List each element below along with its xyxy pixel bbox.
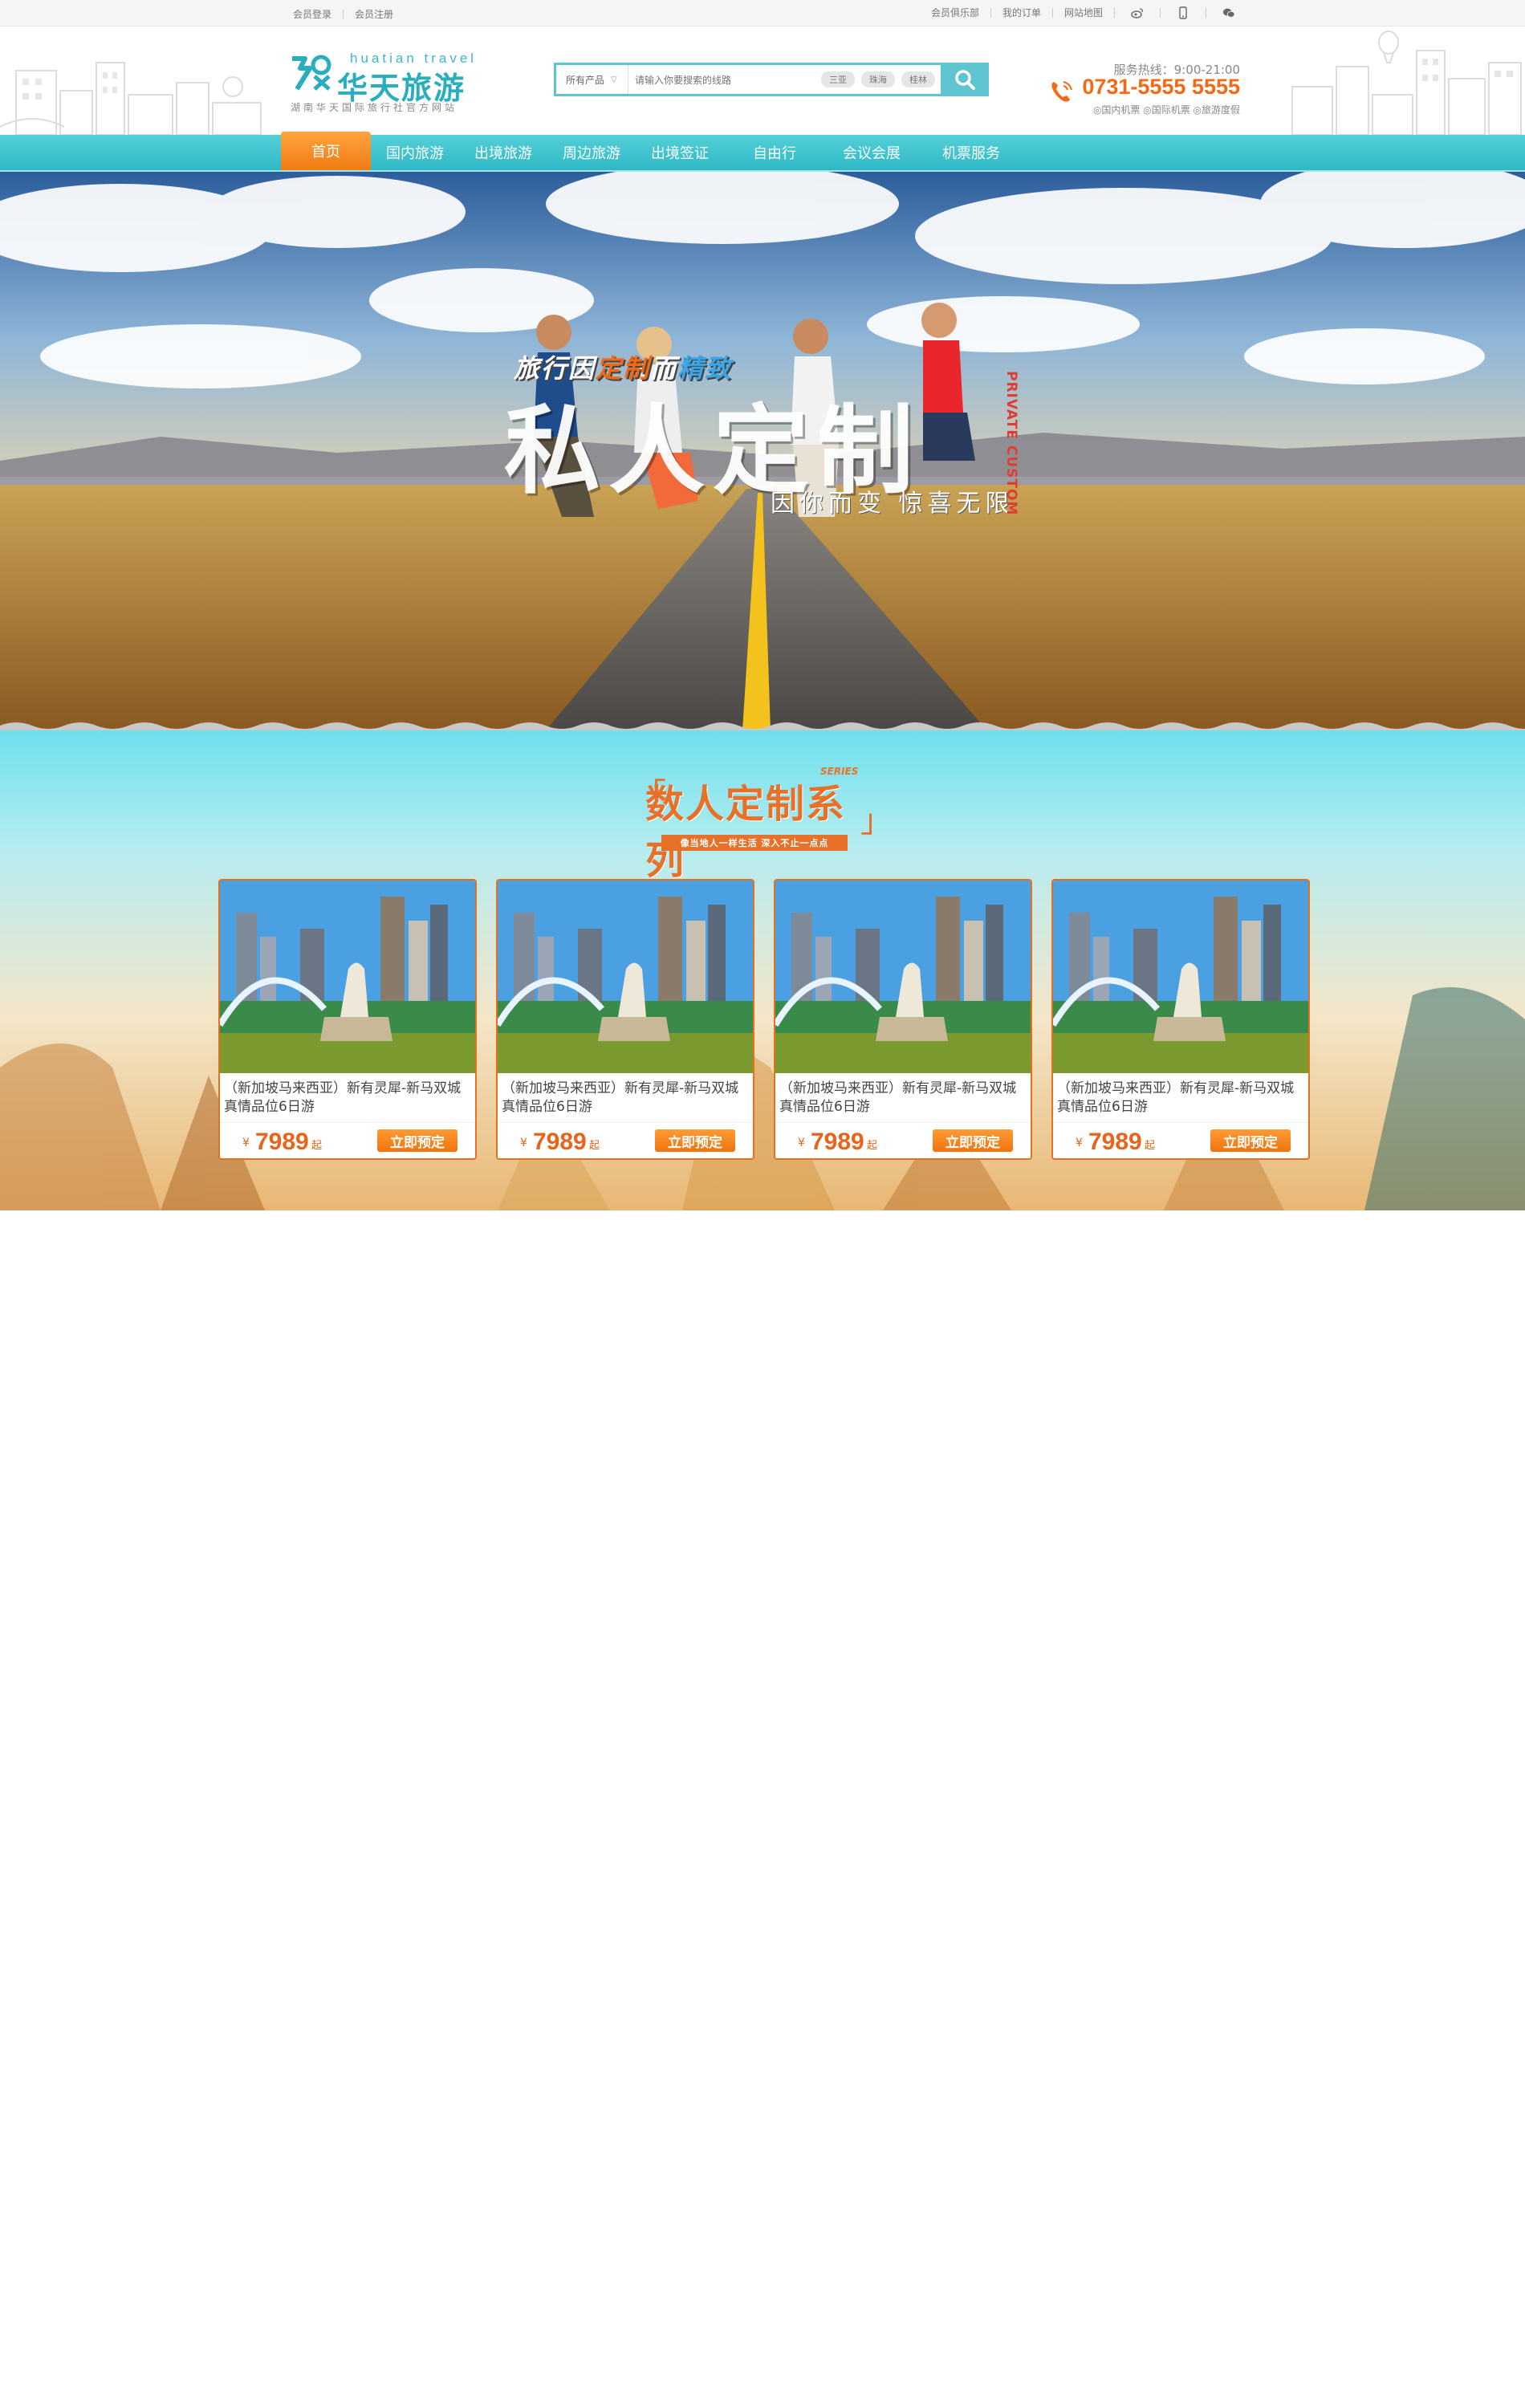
- search-bar: 所有产品 ▽ 三亚 珠海 桂林: [554, 63, 989, 96]
- nav-nearby-travel[interactable]: 周边旅游: [547, 135, 636, 170]
- book-now-button[interactable]: 立即预定: [1210, 1129, 1291, 1152]
- section-title: 「 数人定制系列 SERIES 」 像当地人一样生活 深入不止一点点: [634, 766, 893, 883]
- product-card[interactable]: （新加坡马来西亚）新有灵犀-新马双城真情品位6日游 ¥ 7989 起 立即预定: [1051, 879, 1310, 1160]
- currency-symbol: ¥: [520, 1137, 527, 1149]
- price-suffix: 起: [311, 1140, 323, 1152]
- product-name[interactable]: （新加坡马来西亚）新有灵犀-新马双城真情品位6日游: [502, 1080, 742, 1117]
- logo-subtitle: 湖南华天国际旅行社官方网站: [291, 102, 458, 113]
- member-club-link[interactable]: 会员俱乐部: [931, 6, 979, 19]
- nav-visa[interactable]: 出境签证: [636, 135, 724, 170]
- hero-banner[interactable]: 旅行因定制而精致 私人定制 因你而变 惊喜无限 PRIVATE CUSTOM: [0, 172, 1525, 730]
- divider: [1051, 7, 1053, 18]
- nav-home[interactable]: 首页: [281, 132, 371, 170]
- custom-series-section: 「 数人定制系列 SERIES 」 像当地人一样生活 深入不止一点点 （新加坡马…: [0, 730, 1525, 1210]
- mobile-icon[interactable]: [1177, 6, 1190, 19]
- product-card[interactable]: （新加坡马来西亚）新有灵犀-新马双城真情品位6日游 ¥ 7989 起 立即预定: [496, 879, 754, 1160]
- hot-search-tags: 三亚 珠海 桂林: [821, 71, 941, 87]
- top-bar-left: 会员登录 会员注册: [293, 7, 393, 21]
- city-skyline-right: [1291, 31, 1522, 135]
- product-footer: ¥ 7989 起 立即预定: [775, 1122, 1031, 1158]
- hot-tag-guilin[interactable]: 桂林: [901, 71, 935, 87]
- hot-tag-sanya[interactable]: 三亚: [821, 71, 855, 87]
- product-photo: [1053, 881, 1308, 1073]
- nav-outbound-travel[interactable]: 出境旅游: [459, 135, 547, 170]
- banner-english-tag: PRIVATE CUSTOM: [1003, 371, 1019, 516]
- product-footer: ¥ 7989 起 立即预定: [1053, 1122, 1308, 1158]
- phone-icon: [1051, 81, 1072, 102]
- hotline-number: 0731-5555 5555: [1082, 75, 1240, 99]
- site-logo[interactable]: huatian travel 华天旅游 湖南华天国际旅行社官方网站: [287, 51, 496, 115]
- product-photo: [775, 881, 1031, 1073]
- nav-flight-service[interactable]: 机票服务: [918, 135, 1024, 170]
- product-card[interactable]: （新加坡马来西亚）新有灵犀-新马双城真情品位6日游 ¥ 7989 起 立即预定: [218, 879, 477, 1160]
- logo-monkey-icon: [292, 55, 331, 91]
- search-category-label: 所有产品: [566, 74, 605, 86]
- currency-symbol: ¥: [1076, 1137, 1083, 1149]
- book-now-button[interactable]: 立即预定: [933, 1129, 1013, 1152]
- sitemap-link[interactable]: 网站地图: [1064, 6, 1103, 19]
- divider: [990, 7, 991, 18]
- my-orders-link[interactable]: 我的订单: [1002, 6, 1041, 19]
- search-input[interactable]: [633, 69, 829, 92]
- login-link[interactable]: 会员登录: [293, 7, 331, 21]
- hotline: 服务热线：9:00-21:00 0731-5555 5555 ◎国内机票 ◎国际…: [1047, 61, 1240, 117]
- search-category-select[interactable]: 所有产品 ▽: [556, 65, 628, 94]
- top-bar: 会员登录 会员注册 会员俱乐部 我的订单 网站地图: [0, 0, 1525, 26]
- chevron-down-icon: ▽: [611, 75, 617, 84]
- hot-tag-zhuhai[interactable]: 珠海: [861, 71, 895, 87]
- search-button[interactable]: [941, 63, 989, 96]
- product-price: 7989: [811, 1129, 864, 1155]
- product-price: 7989: [255, 1129, 309, 1155]
- weibo-icon[interactable]: [1131, 6, 1144, 19]
- product-card-list: （新加坡马来西亚）新有灵犀-新马双城真情品位6日游 ¥ 7989 起 立即预定 …: [218, 879, 1310, 1160]
- search-icon: [955, 70, 975, 90]
- nav-domestic-travel[interactable]: 国内旅游: [371, 135, 459, 170]
- nav-free-travel[interactable]: 自由行: [724, 135, 825, 170]
- main-nav: 首页 国内旅游 出境旅游 周边旅游 出境签证 自由行 会议会展 机票服务: [0, 132, 1525, 172]
- nav-conference[interactable]: 会议会展: [825, 135, 918, 170]
- price-suffix: 起: [1145, 1140, 1156, 1152]
- product-footer: ¥ 7989 起 立即预定: [498, 1122, 753, 1158]
- title-bracket-right: 」: [860, 803, 893, 840]
- currency-symbol: ¥: [798, 1137, 805, 1149]
- price-suffix: 起: [867, 1140, 878, 1152]
- divider: [1160, 7, 1161, 18]
- section-heading: 数人定制系列: [645, 782, 847, 883]
- city-skyline-left: [0, 62, 262, 135]
- product-name[interactable]: （新加坡马来西亚）新有灵犀-新马双城真情品位6日游: [779, 1080, 1020, 1117]
- divider: [1114, 7, 1115, 18]
- product-footer: ¥ 7989 起 立即预定: [220, 1122, 475, 1158]
- banner-subheadline: 因你而变 惊喜无限: [771, 490, 1015, 518]
- section-series-tag: SERIES: [820, 766, 859, 777]
- book-now-button[interactable]: 立即预定: [655, 1129, 735, 1152]
- currency-symbol: ¥: [242, 1137, 250, 1149]
- product-name[interactable]: （新加坡马来西亚）新有灵犀-新马双城真情品位6日游: [224, 1080, 465, 1117]
- product-price: 7989: [533, 1129, 587, 1155]
- product-photo: [220, 881, 475, 1073]
- wechat-icon[interactable]: [1222, 6, 1235, 19]
- section-subtitle: 像当地人一样生活 深入不止一点点: [661, 835, 848, 851]
- register-link[interactable]: 会员注册: [355, 7, 393, 21]
- hotline-quick-links[interactable]: ◎国内机票 ◎国际机票 ◎旅游度假: [1093, 103, 1240, 116]
- price-suffix: 起: [589, 1140, 600, 1152]
- product-photo: [498, 881, 753, 1073]
- divider: [343, 9, 344, 19]
- book-now-button[interactable]: 立即预定: [377, 1129, 458, 1152]
- product-card[interactable]: （新加坡马来西亚）新有灵犀-新马双城真情品位6日游 ¥ 7989 起 立即预定: [774, 879, 1032, 1160]
- product-price: 7989: [1088, 1129, 1142, 1155]
- header: huatian travel 华天旅游 湖南华天国际旅行社官方网站 所有产品 ▽…: [0, 26, 1525, 135]
- top-bar-right: 会员俱乐部 我的订单 网站地图: [931, 6, 1240, 19]
- product-name[interactable]: （新加坡马来西亚）新有灵犀-新马双城真情品位6日游: [1057, 1080, 1298, 1117]
